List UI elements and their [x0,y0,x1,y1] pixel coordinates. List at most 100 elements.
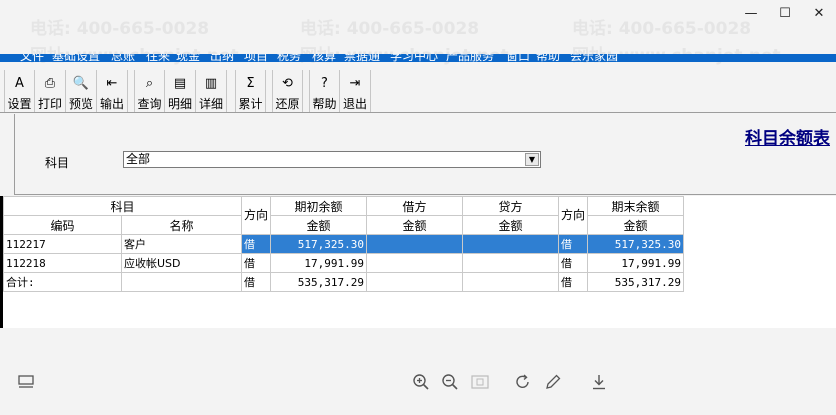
watermark-phone: 电话: 400-665-0028 [572,19,752,39]
restore-button[interactable]: ⟲ 还原 [272,70,303,112]
subject-select[interactable]: 全部 ▼ [123,151,541,168]
cell-debit-amount [366,272,464,292]
cell-credit-amount [462,234,560,254]
table-row[interactable]: 112217 客户借 517,325.30 借 517,325.30 [3,234,685,254]
header-closing-balance: 期末余额 [587,196,685,216]
menu-item[interactable]: 文件 [20,54,44,62]
menu-item[interactable]: 总账 [111,54,135,62]
cell-code: 合计: [3,272,122,292]
header-opening-amount: 金额 [270,215,368,235]
cell-direction-closing: 借 [558,234,589,254]
cumulative-button[interactable]: Σ 累计 [235,70,266,112]
balance-table: 科目 方向 期初余额 借方 贷方 方向 期末余额 编码 名称 金额 金额 金额 … [3,196,685,292]
balance-grid: 科目 方向 期初余额 借方 贷方 方向 期末余额 编码 名称 金额 金额 金额 … [0,196,836,328]
cell-direction-opening: 借 [240,253,272,273]
menu-item[interactable]: 税务 [277,54,301,62]
window-controls: — ☐ ✕ [734,0,836,26]
cell-credit-amount [462,272,560,292]
toolbar-group: Σ 累计 [235,70,266,112]
rotate-icon[interactable] [513,372,533,392]
header-direction-closing: 方向 [558,196,589,235]
exit-button[interactable]: ⇥ 退出 [340,70,371,112]
menu-item[interactable]: 往来 [146,54,170,62]
detail-icon: ▤ [173,76,187,91]
cell-code: 112217 [3,234,122,254]
zoom-in-icon[interactable] [411,372,431,392]
help-button[interactable]: ? 帮助 [309,70,340,112]
restore-label: 还原 [275,97,300,111]
cell-direction-closing: 借 [558,272,589,292]
cell-closing-amount: 17,991.99 [587,253,685,273]
cell-name: 应收帐USD [121,253,242,273]
cell-closing-amount: 517,325.30 [587,234,685,254]
export-button[interactable]: ⇤ 输出 [97,70,128,112]
cell-code: 112218 [3,253,122,273]
preview-icon: 🔍 [72,76,90,91]
fit-page-icon[interactable] [470,372,490,392]
edit-icon[interactable] [543,372,563,392]
zoom-out-icon[interactable] [440,372,460,392]
query-button[interactable]: ⌕ 查询 [134,70,165,112]
breakdown-button[interactable]: ▥ 详细 [196,70,227,112]
menu-item[interactable]: 项目 [244,54,268,62]
maximize-button[interactable]: ☐ [768,0,802,26]
toolbar-group: ⌕ 查询 ▤ 明细 ▥ 详细 [134,70,227,112]
cell-opening-amount: 17,991.99 [270,253,368,273]
menu-item[interactable]: 产品服务 [446,54,494,62]
exit-icon: ⇥ [349,76,361,91]
table-row[interactable]: 112218 应收帐USD 借 17,991.99 借 17,991.99 [3,253,685,273]
menu-item[interactable]: 票据通 [344,54,380,62]
subject-select-value: 全部 [126,152,151,166]
watermark-phone: 电话: 400-665-0028 [300,19,480,39]
header-credit-amount: 金额 [462,215,560,235]
help-icon: ? [321,76,328,91]
cell-opening-amount: 517,325.30 [270,234,368,254]
menu-item[interactable]: 会乐家园 [570,54,618,62]
print-icon: ⎙ [44,76,56,91]
cell-closing-amount: 535,317.29 [587,272,685,292]
menu-item[interactable]: 学习中心 [390,54,438,62]
filter-panel: 科目余额表 科目 全部 ▼ [14,114,836,195]
menu-item[interactable]: 窗口 [506,54,530,62]
cumulative-label: 累计 [238,97,263,111]
breakdown-label: 详细 [198,97,223,111]
minimize-button[interactable]: — [734,0,768,26]
cell-debit-amount [366,253,464,273]
export-icon: ⇤ [106,76,118,91]
toolbar-divider [0,112,836,113]
header-closing-amount: 金额 [587,215,685,235]
layout-icon[interactable] [16,372,36,392]
menu-item[interactable]: 基础设置 [52,54,100,62]
close-button[interactable]: ✕ [802,0,836,26]
preview-label: 预览 [68,97,93,111]
setup-button[interactable]: A 设置 [4,70,35,112]
preview-button[interactable]: 🔍 预览 [66,70,97,112]
restore-icon: ⟲ [282,76,293,91]
toolbar: A 设置 ⎙ 打印 🔍 预览 ⇤ 输出 ⌕ 查询 ▤ 明细 ▥ 详细 Σ 累计 ⟲ 还原 ? 帮助 ⇥ 退出 [0,70,836,112]
subject-label: 科目 [45,156,70,170]
dropdown-arrow-icon[interactable]: ▼ [525,153,539,166]
query-icon: ⌕ [145,76,154,91]
header-debit: 借方 [366,196,464,216]
setup-label: 设置 [7,97,32,111]
setup-icon: A [15,76,24,91]
header-debit-amount: 金额 [366,215,464,235]
header-credit: 贷方 [462,196,560,216]
cell-direction-closing: 借 [558,253,589,273]
table-row[interactable]: 合计: 借 535,317.29 借 535,317.29 [3,272,685,292]
exit-label: 退出 [342,97,367,111]
menu-item[interactable]: 核算 [312,54,336,62]
header-code: 编码 [3,215,122,235]
cell-direction-opening: 借 [240,272,272,292]
print-button[interactable]: ⎙ 打印 [35,70,66,112]
menu-item[interactable]: 现金 [176,54,200,62]
detail-button[interactable]: ▤ 明细 [165,70,196,112]
cell-opening-amount: 535,317.29 [270,272,368,292]
toolbar-group: A 设置 ⎙ 打印 🔍 预览 ⇤ 输出 [4,70,128,112]
cell-name [121,272,242,292]
menu-item[interactable]: 帮助 [536,54,560,62]
menu-item[interactable]: 出纳 [210,54,234,62]
toolbar-group: ? 帮助 ⇥ 退出 [309,70,371,112]
download-icon[interactable] [589,372,609,392]
menu-bar: 文件 基础设置 总账 往来 现金 出纳 项目 税务 核算 票据通 学习中心 产品服务 窗口 帮助 会乐家园 [0,54,836,62]
